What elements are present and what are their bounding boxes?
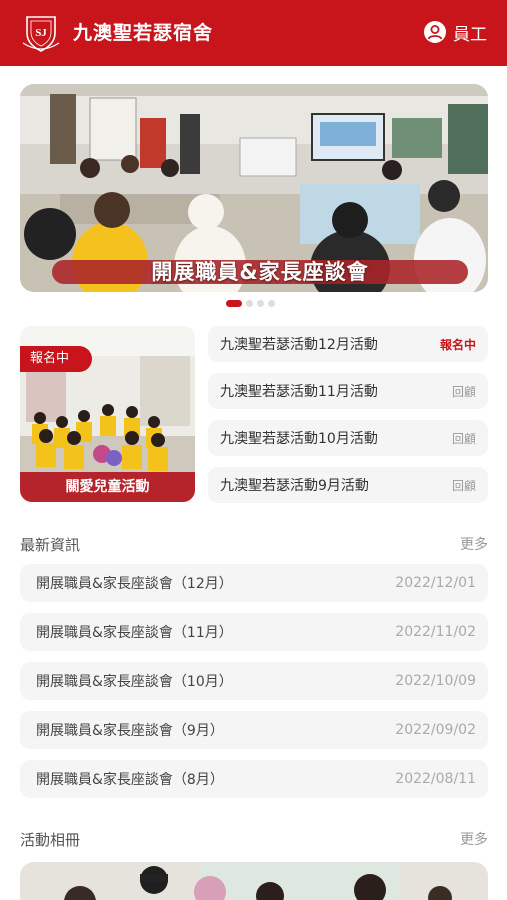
news-list: 開展職員&家長座談會（12月） 2022/12/01 開展職員&家長座談會（11… [20,564,488,809]
featured-activity-card[interactable]: 報名中 關愛兒童活動 [20,326,195,502]
school-crest-logo: SJ [22,16,60,52]
banner-caption: 開展職員&家長座談會 [52,260,468,284]
activity-status-tag: 回顧 [451,384,476,399]
activity-status-tag: 回顧 [451,431,476,446]
carousel-indicator[interactable] [226,299,275,307]
news-section-title: 最新資訊 [20,535,81,554]
news-item[interactable]: 開展職員&家長座談會（10月） 2022/10/09 [20,662,488,700]
featured-status-badge: 報名中 [20,346,92,372]
activity-title: 九澳聖若瑟活動12月活動 [220,337,378,353]
album-section-header: 活動相冊 更多 [20,829,488,849]
user-icon [424,21,446,43]
news-date: 2022/10/09 [395,673,476,689]
carousel-dot-active[interactable] [226,299,242,307]
activity-item[interactable]: 九澳聖若瑟活動9月活動 回顧 [208,467,488,503]
news-title: 開展職員&家長座談會（12月） [36,576,233,592]
news-item[interactable]: 開展職員&家長座談會（11月） 2022/11/02 [20,613,488,651]
carousel-dot[interactable] [268,299,275,307]
activity-title: 九澳聖若瑟活動9月活動 [220,478,369,494]
news-date: 2022/09/02 [395,722,476,738]
activity-title: 九澳聖若瑟活動10月活動 [220,431,378,447]
activity-status-tag: 報名中 [439,337,476,352]
news-title: 開展職員&家長座談會（10月） [36,674,233,690]
news-item[interactable]: 開展職員&家長座談會（12月） 2022/12/01 [20,564,488,602]
news-date: 2022/12/01 [395,575,476,591]
activity-status-tag: 回顧 [451,478,476,493]
activity-list: 九澳聖若瑟活動12月活動 報名中 九澳聖若瑟活動11月活動 回顧 九澳聖若瑟活動… [208,326,488,514]
activity-title: 九澳聖若瑟活動11月活動 [220,384,378,400]
logo-text: SJ [35,27,47,39]
album-photo [20,862,488,900]
news-date: 2022/11/02 [395,624,476,640]
news-title: 開展職員&家長座談會（11月） [36,625,233,641]
album-photo-card[interactable] [20,862,488,900]
news-more-link[interactable]: 更多 [460,534,488,554]
activity-item[interactable]: 九澳聖若瑟活動12月活動 報名中 [208,326,488,362]
banner-carousel[interactable]: 開展職員&家長座談會 [20,84,488,292]
news-section-header: 最新資訊 更多 [20,534,488,554]
news-item[interactable]: 開展職員&家長座談會（8月） 2022/08/11 [20,760,488,798]
top-app-bar: SJ 九澳聖若瑟宿舍 員工 [0,0,507,66]
staff-login-button[interactable]: 員工 [423,19,487,45]
news-title: 開展職員&家長座談會（9月） [36,723,224,739]
news-title: 開展職員&家長座談會（8月） [36,772,224,788]
staff-label: 員工 [453,24,487,45]
album-more-link[interactable]: 更多 [460,829,488,849]
carousel-dot[interactable] [246,299,253,307]
news-item[interactable]: 開展職員&家長座談會（9月） 2022/09/02 [20,711,488,749]
news-date: 2022/08/11 [395,771,476,787]
featured-caption: 關愛兒童活動 [20,472,195,502]
app-title: 九澳聖若瑟宿舍 [73,22,214,44]
activity-item[interactable]: 九澳聖若瑟活動11月活動 回顧 [208,373,488,409]
album-section-title: 活動相冊 [20,830,81,849]
carousel-dot[interactable] [257,299,264,307]
activity-item[interactable]: 九澳聖若瑟活動10月活動 回顧 [208,420,488,456]
